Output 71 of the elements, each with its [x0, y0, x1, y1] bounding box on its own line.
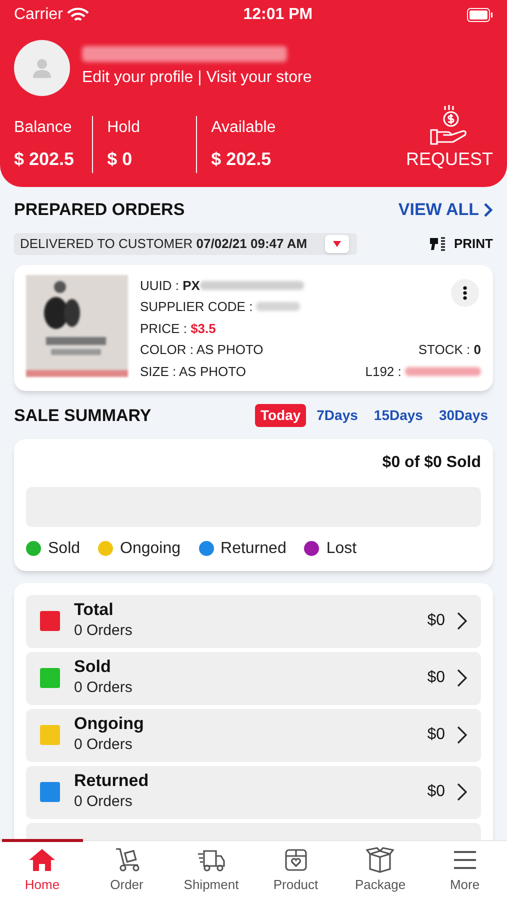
stat-row[interactable]: Returned 0 Orders $0 [26, 766, 481, 818]
supplier-code-label: SUPPLIER CODE : [140, 298, 254, 316]
range-tab[interactable]: 7Days [312, 404, 363, 428]
section-title: PREPARED ORDERS [14, 199, 185, 221]
battery-icon [466, 8, 493, 22]
request-button[interactable]: REQUEST [406, 146, 493, 173]
kebab-menu-icon [463, 286, 467, 300]
blurred-supplier-code [256, 302, 300, 312]
more-options-button[interactable] [451, 278, 479, 306]
uuid-text: UUID : PX [140, 276, 200, 294]
order-card[interactable]: UUID : PX SUPPLIER CODE : PRICE : $3.5 COLOR : AS PHOTO STOCK : 0 SIZE : AS PHOTO L192 : [14, 264, 493, 391]
balance-label: Hold [107, 118, 141, 138]
tab-bar-item[interactable]: Package [338, 841, 422, 900]
stat-row[interactable]: Total 0 Orders $0 [26, 594, 481, 648]
stat-label: Sold [74, 656, 112, 677]
chevron-right-icon [483, 202, 493, 217]
tab-bar-item[interactable]: More [422, 841, 507, 900]
tab-bar-item[interactable]: Product [254, 841, 338, 900]
legend-label: Returned [220, 538, 286, 558]
balance-value: $ 0 [107, 148, 134, 171]
carrier-label: Carrier [14, 5, 63, 25]
filter-label: DELIVERED TO CUSTOMER 07/02/21 09:47 AM [20, 234, 308, 253]
stat-label: Ongoing [74, 714, 144, 734]
barcode-printer-icon [430, 236, 446, 250]
balance-value: $ 202.5 [14, 148, 74, 171]
box-icon [365, 846, 396, 873]
tab-bar-item[interactable]: Shipment [169, 841, 254, 900]
stat-amount: $0 [427, 782, 445, 802]
stat-orders: 0 Orders [74, 620, 132, 641]
legend-label: Lost [326, 538, 357, 558]
person-icon [31, 57, 53, 79]
wifi-icon [66, 7, 89, 23]
price-text: PRICE : $3.5 [140, 320, 217, 338]
sold-total: $0 of $0 Sold [382, 452, 481, 472]
legend-label: Ongoing [120, 538, 181, 558]
stat-orders: 0 Orders [74, 792, 134, 812]
range-tab[interactable]: Today [255, 404, 306, 428]
balance-label: Balance [14, 118, 73, 138]
stat-amount: $0 [427, 725, 445, 745]
stat-orders: 0 Orders [74, 734, 134, 755]
stat-amount: $0 [427, 668, 445, 688]
chevron-right-icon [457, 783, 467, 801]
legend-label: Sold [48, 538, 80, 558]
stat-row[interactable]: Sold 0 Orders $0 [26, 652, 481, 704]
chevron-right-icon [457, 726, 467, 744]
profile-links[interactable]: Edit your profile | Visit your store [82, 66, 312, 90]
clock-time: 12:01 PM [243, 5, 313, 25]
stock-text: STOCK : 0 [418, 341, 481, 359]
dropdown-toggle[interactable] [325, 234, 350, 252]
section-title: SALE SUMMARY [14, 405, 152, 427]
color-text: COLOR : AS PHOTO [140, 341, 264, 359]
stat-amount: $0 [427, 611, 445, 631]
home-icon [27, 846, 58, 873]
stat-orders: 0 Orders [74, 678, 132, 698]
chevron-right-icon [457, 669, 467, 687]
status-filter-dropdown[interactable]: DELIVERED TO CUSTOMER 07/02/21 09:47 AM [14, 232, 358, 254]
code-label: L192 : [365, 362, 402, 380]
balance-value: $ 202.5 [211, 148, 272, 171]
range-tab[interactable]: 30Days [434, 404, 493, 428]
balance-label: Available [211, 118, 276, 138]
chevron-right-icon [457, 612, 467, 630]
tab-bar-item[interactable]: Home [0, 841, 84, 900]
size-text: SIZE : AS PHOTO [140, 362, 246, 380]
print-button[interactable]: PRINT [454, 234, 493, 254]
range-tab[interactable]: 15Days [368, 404, 428, 428]
caret-down-icon [333, 240, 342, 246]
stat-label: Total [74, 600, 114, 620]
view-all-link[interactable]: VIEW ALL [398, 197, 493, 222]
stat-row[interactable]: Ongoing 0 Orders $0 [26, 708, 481, 762]
stat-label: Returned [74, 770, 149, 791]
tab-bar-item[interactable]: Order [84, 841, 169, 900]
